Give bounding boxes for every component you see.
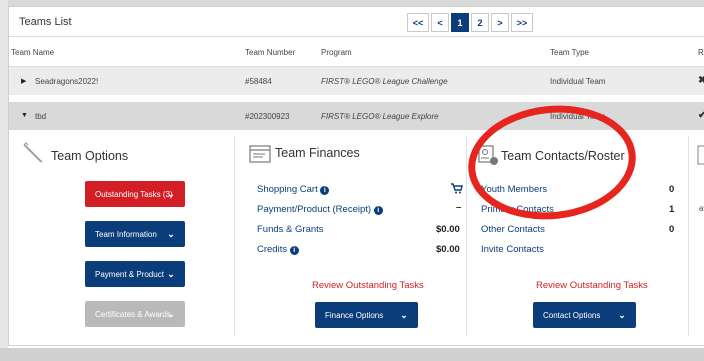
col-team-name[interactable]: Team Name <box>11 48 54 57</box>
credits-label: Credits <box>257 244 288 255</box>
divider <box>466 136 467 336</box>
divider <box>234 136 235 336</box>
other-contacts-link[interactable]: Other Contacts <box>481 224 545 235</box>
cart-icon[interactable] <box>451 183 463 194</box>
chevron-down-icon: ⌄ <box>167 188 175 199</box>
next-page-button[interactable]: > <box>491 13 509 32</box>
finance-options-button[interactable]: Finance Options ⌄ <box>315 302 418 328</box>
shopping-cart-link[interactable]: Shopping Cart i <box>257 184 330 195</box>
info-icon: i <box>320 186 330 195</box>
funds-grants-link[interactable]: Funds & Grants <box>257 224 324 235</box>
team-finances-title: Team Finances <box>275 146 360 160</box>
info-icon: i <box>289 246 299 255</box>
col-program[interactable]: Program <box>321 48 352 57</box>
col-team-number[interactable]: Team Number <box>245 48 295 57</box>
outstanding-tasks-button[interactable]: Outstanding Tasks (3) ⌄ <box>85 181 185 207</box>
program: FIRST® LEGO® League Explore <box>321 112 439 121</box>
team-details: Team Options Outstanding Tasks (3) ⌄ Tea… <box>9 132 704 337</box>
check-icon: ✔ <box>698 110 704 121</box>
team-options-title: Team Options <box>51 149 129 163</box>
bottom-bar <box>0 348 704 361</box>
page-2-button[interactable]: 2 <box>471 13 489 32</box>
page-1-button[interactable]: 1 <box>451 13 469 32</box>
expand-icon[interactable]: ▶ <box>21 77 26 85</box>
table-header: Team Name Team Number Program Team Type … <box>9 37 704 67</box>
finance-review-link[interactable]: Review Outstanding Tasks <box>312 280 424 291</box>
document-icon <box>697 145 704 165</box>
youth-members-count: 0 <box>669 184 675 195</box>
left-edge <box>0 0 8 361</box>
payment-product-receipt-label: Payment/Product (Receipt) <box>257 204 372 215</box>
team-information-label: Team Information <box>95 229 157 239</box>
team-name: Seadragons2022! <box>35 77 99 86</box>
funds-grants-value: $0.00 <box>436 224 460 235</box>
list-header: Teams List << < 1 2 > >> <box>9 7 704 37</box>
finance-options-label: Finance Options <box>325 310 384 320</box>
prev-page-button[interactable]: < <box>431 13 449 32</box>
chevron-down-icon: ⌄ <box>167 268 175 279</box>
payment-product-link[interactable]: Payment/Product (Receipt) i <box>257 204 383 215</box>
cut-off-text: av <box>699 204 704 213</box>
team-name: tbd <box>35 112 47 121</box>
youth-members-link[interactable]: Youth Members <box>481 184 547 195</box>
table-row[interactable]: ▼ tbd #202300923 FIRST® LEGO® League Exp… <box>9 102 704 130</box>
chevron-down-icon: ⌄ <box>167 308 175 319</box>
pencil-icon <box>23 142 43 163</box>
teams-list-panel: Teams List << < 1 2 > >> Team Name Team … <box>8 6 704 346</box>
credits-value: $0.00 <box>436 244 460 255</box>
col-extra: R <box>698 48 704 57</box>
first-page-button[interactable]: << <box>407 13 429 32</box>
program: FIRST® LEGO® League Challenge <box>321 77 448 86</box>
contact-options-button[interactable]: Contact Options ⌄ <box>533 302 636 328</box>
team-type: Individual Team <box>550 77 606 86</box>
col-team-type[interactable]: Team Type <box>550 48 589 57</box>
team-contacts-title: Team Contacts/Roster <box>501 149 625 163</box>
list-title: Teams List <box>19 16 72 28</box>
invite-contacts-link[interactable]: Invite Contacts <box>481 244 544 255</box>
credits-link[interactable]: Credits i <box>257 244 299 255</box>
payment-product-button[interactable]: Payment & Product ⌄ <box>85 261 185 287</box>
other-contacts-count: 0 <box>669 224 675 235</box>
shopping-cart-label: Shopping Cart <box>257 184 318 195</box>
divider <box>688 136 689 336</box>
team-type: Individual Team <box>550 112 606 121</box>
table-row[interactable]: ▶ Seadragons2022! #58484 FIRST® LEGO® Le… <box>9 67 704 95</box>
contact-options-label: Contact Options <box>543 310 601 320</box>
certificates-awards-label: Certificates & Awards <box>95 309 171 319</box>
chevron-down-icon: ⌄ <box>618 309 626 320</box>
x-icon: ✖ <box>698 75 704 86</box>
chevron-down-icon: ⌄ <box>167 228 175 239</box>
team-information-button[interactable]: Team Information ⌄ <box>85 221 185 247</box>
last-page-button[interactable]: >> <box>511 13 533 32</box>
collapse-icon[interactable]: ▼ <box>21 112 28 119</box>
primary-contacts-link[interactable]: Primary Contacts <box>481 204 554 215</box>
primary-contacts-count: 1 <box>669 204 675 215</box>
team-number: #202300923 <box>245 112 290 121</box>
certificates-awards-button[interactable]: Certificates & Awards ⌄ <box>85 301 185 327</box>
contacts-icon <box>478 145 498 165</box>
pagination: << < 1 2 > >> <box>407 13 533 32</box>
payment-product-label: Payment & Product <box>95 269 164 279</box>
payment-product-value: – <box>456 202 462 213</box>
team-number: #58484 <box>245 77 272 86</box>
finances-icon <box>249 145 271 163</box>
info-icon: i <box>373 206 383 215</box>
chevron-down-icon: ⌄ <box>400 309 408 320</box>
contacts-review-link[interactable]: Review Outstanding Tasks <box>536 280 648 291</box>
outstanding-tasks-label: Outstanding Tasks (3) <box>95 189 173 199</box>
